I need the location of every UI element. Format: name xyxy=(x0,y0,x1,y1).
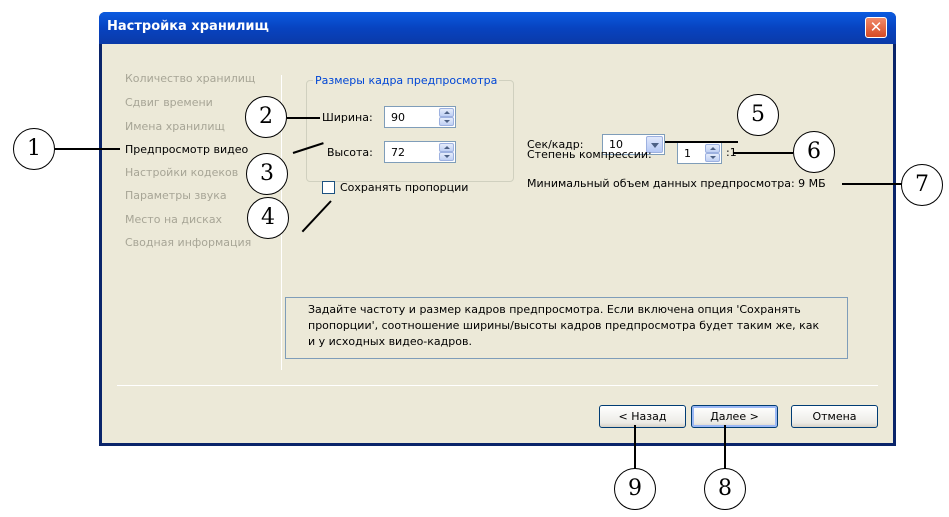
callout-2: 2 xyxy=(245,96,287,138)
callout-9-leader xyxy=(634,425,636,473)
compression-label: Степень компрессии: xyxy=(527,148,652,161)
nav-item-video-preview[interactable]: Предпросмотр видео xyxy=(125,143,248,156)
callout-2-leader xyxy=(287,117,320,119)
callout-5: 5 xyxy=(737,94,779,136)
width-label: Ширина: xyxy=(322,111,373,124)
keep-ratio-label[interactable]: Сохранять пропорции xyxy=(340,181,468,194)
width-spinner[interactable]: 90 xyxy=(384,106,456,128)
height-label: Высота: xyxy=(327,146,373,159)
callout-8: 8 xyxy=(704,468,746,510)
nav-item-storage-names[interactable]: Имена хранилищ xyxy=(125,120,225,133)
callout-7: 7 xyxy=(901,164,943,206)
callout-6: 6 xyxy=(793,131,835,173)
callout-1-leader xyxy=(55,148,120,150)
width-value[interactable]: 90 xyxy=(391,111,405,124)
callout-1: 1 xyxy=(13,128,55,170)
nav-item-codec-settings[interactable]: Настройки кодеков xyxy=(125,166,238,179)
callout-6-leader xyxy=(733,152,793,154)
callout-9: 9 xyxy=(614,468,656,510)
callout-3: 3 xyxy=(246,153,288,195)
min-data-size-text: Минимальный объем данных предпросмотра: … xyxy=(527,177,826,190)
nav-item-audio-params[interactable]: Параметры звука xyxy=(125,189,227,202)
nav-item-disk-space[interactable]: Место на дисках xyxy=(125,213,222,226)
nav-item-time-shift[interactable]: Сдвиг времени xyxy=(125,96,213,109)
keep-ratio-checkbox[interactable] xyxy=(322,181,335,194)
width-down-arrow-icon[interactable] xyxy=(439,117,454,126)
height-down-arrow-icon[interactable] xyxy=(439,152,454,161)
nav-item-storage-count[interactable]: Количество хранилищ xyxy=(125,72,255,85)
callout-7-leader xyxy=(842,183,902,185)
nav-item-summary[interactable]: Сводная информация xyxy=(125,236,281,249)
callout-4: 4 xyxy=(247,197,289,239)
close-icon[interactable]: ✕ xyxy=(865,17,887,38)
frame-size-group-legend: Размеры кадра предпросмотра xyxy=(313,74,500,87)
hint-box: Задайте частоту и размер кадров предпрос… xyxy=(285,297,848,359)
height-up-arrow-icon[interactable] xyxy=(439,143,454,152)
width-up-arrow-icon[interactable] xyxy=(439,108,454,117)
window-title: Настройка хранилищ xyxy=(107,19,269,34)
compression-spinner[interactable]: 1 xyxy=(677,142,722,164)
frame-size-group xyxy=(306,80,514,182)
cancel-button[interactable]: Отмена xyxy=(791,405,878,428)
callout-5-leader xyxy=(665,141,738,143)
compression-value[interactable]: 1 xyxy=(684,147,691,160)
back-button[interactable]: < Назад xyxy=(599,405,686,428)
height-value[interactable]: 72 xyxy=(391,146,405,159)
compression-down-arrow-icon[interactable] xyxy=(705,153,720,162)
next-button[interactable]: Далее > xyxy=(691,405,778,428)
callout-8-leader xyxy=(724,425,726,473)
bottom-separator xyxy=(117,385,878,386)
compression-up-arrow-icon[interactable] xyxy=(705,144,720,153)
height-spinner[interactable]: 72 xyxy=(384,141,456,163)
